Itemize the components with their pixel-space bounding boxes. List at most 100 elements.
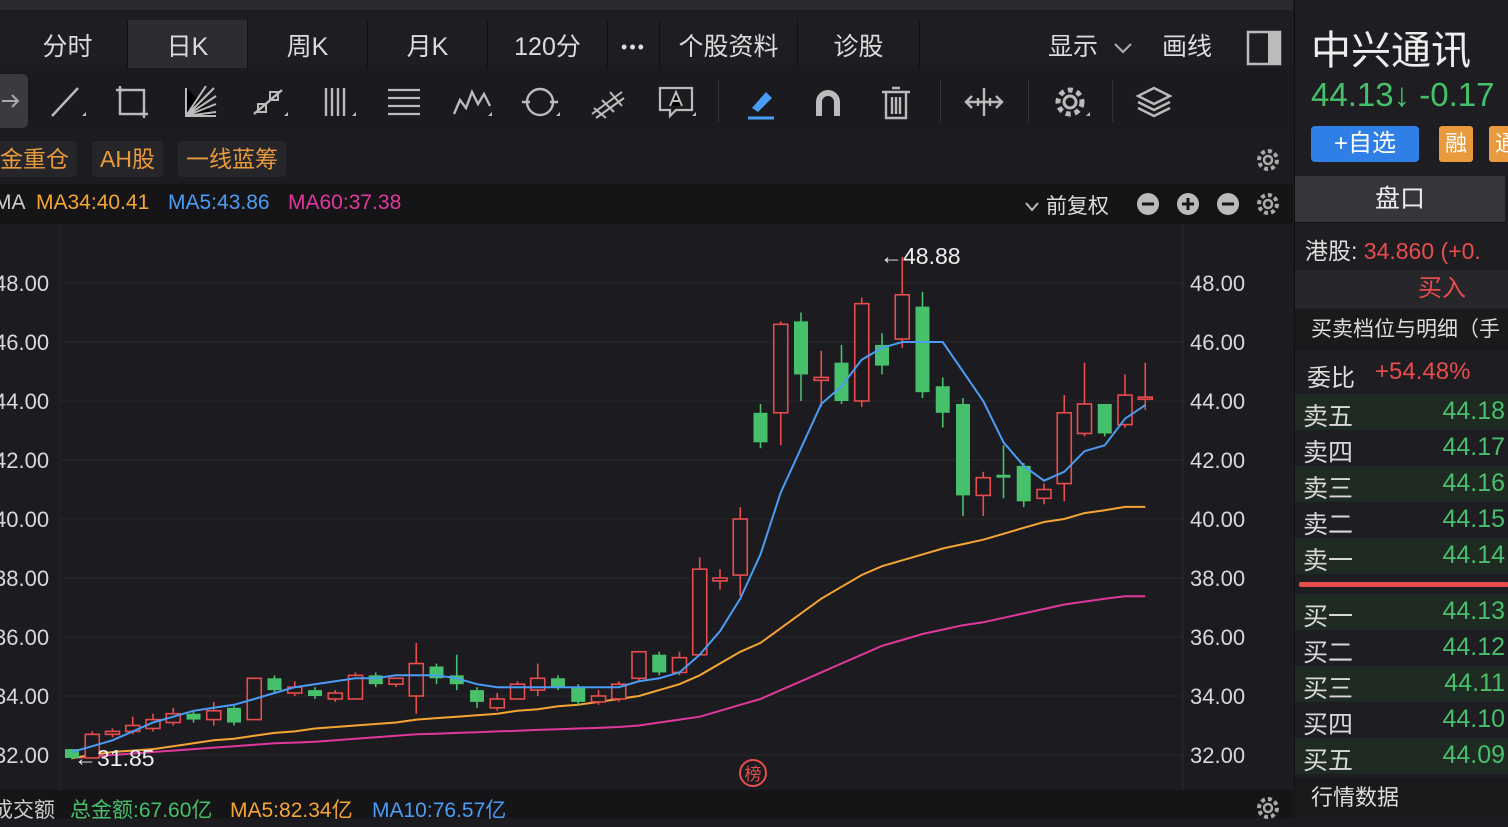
period-tab-bar: 分时 日K 周K 月K 120分 ••• 个股资料 诊股 显示 画线 [0,0,1293,74]
annotation-tool-icon[interactable] [654,80,698,124]
stock-quote: 44.13↓ -0.17 [1311,76,1494,114]
candle-body [671,656,688,674]
add-watchlist-button[interactable]: +自选 [1311,126,1419,162]
connect-badge: 通 [1489,126,1508,162]
candle-body [267,678,282,691]
tab-weekly-k[interactable]: 周K [248,20,368,74]
ask-row: 卖二 44.15 [1295,502,1508,539]
drawing-toolbar [0,68,1293,134]
candle-body [388,677,404,685]
panel-toggle-icon[interactable] [1246,30,1282,71]
ask-label: 卖三 [1303,475,1354,503]
toolbar-divider [940,80,941,122]
hk-quote[interactable]: 港股: 34.860 (+0. [1305,232,1481,266]
volume-settings-icon[interactable] [1254,794,1282,827]
bid-label: 买四 [1303,711,1354,739]
y-tick-label-left: 48.00 [0,271,49,296]
adjust-dropdown[interactable]: 前复权 [1024,190,1109,220]
text-lines-tool-icon[interactable] [382,80,426,124]
margin-badge: 融 [1439,126,1473,162]
candle-body [104,730,121,736]
bid-price: 44.11 [1444,669,1505,697]
stock-name: 中兴通讯 [1311,29,1471,73]
vertical-lines-tool-icon[interactable] [314,80,358,124]
draw-line-button[interactable]: 画线 [1162,20,1212,74]
rectangle-tool-icon[interactable] [110,80,154,124]
more-tabs-button[interactable]: ••• [608,20,660,74]
bid-label: 买一 [1303,603,1354,631]
y-tick-label-left: 40.00 [0,507,49,532]
candle-body [894,294,911,340]
candle-body [1097,403,1112,434]
gann-tool-icon[interactable] [586,80,630,124]
bid-price: 44.13 [1442,597,1505,625]
weibi-label: 委比 [1307,365,1355,392]
bid-price: 44.10 [1442,705,1505,733]
volume-legend-row: 成交额 总金额:67.60亿 MA5:82.34亿 MA10:76.57亿 [0,790,1293,822]
y-tick-label-right: 36.00 [1190,625,1245,650]
candle-body [853,302,870,402]
candle-body [712,577,728,582]
collapse-icon[interactable] [1216,192,1240,221]
candle-body [1137,396,1154,400]
y-tick-label-left: 46.00 [0,330,49,355]
ask-price: 44.15 [1442,505,1505,533]
ask-price: 44.17 [1442,433,1505,461]
candle-body [834,362,849,401]
cursor-arrow-icon[interactable] [0,74,28,128]
tab-pankou[interactable]: 盘口 [1295,176,1505,223]
tab-intraday[interactable]: 分时 [8,20,128,74]
candle-body [327,692,344,700]
fan-tool-icon[interactable] [178,80,222,124]
resize-horizontal-icon[interactable] [962,80,1006,124]
tab-monthly-k[interactable]: 月K [368,20,488,74]
tab-120min[interactable]: 120分 [488,20,608,74]
y-tick-label-left: 36.00 [0,625,49,650]
ma-settings-icon[interactable] [1254,190,1282,223]
ask-label: 卖二 [1303,511,1354,539]
candle-body [975,476,992,497]
ranking-badge-label: 榜 [745,765,762,785]
zoom-out-icon[interactable] [1136,192,1160,221]
ma60-value: MA60:37.38 [288,191,402,214]
ma-legend-row: MA MA34:40.41 MA5:43.86 MA60:37.38 前复权 [0,184,1293,224]
line-tool-icon[interactable] [44,80,88,124]
kline-chart[interactable]: 48.00 48.00 46.00 46.00 44.00 44.00 42.00 42.00… [0,224,1293,790]
tag-fund-heavy[interactable]: 金重仓 [0,141,77,177]
bid-row: 买四 44.10 [1295,702,1508,739]
zoom-in-icon[interactable] [1176,192,1200,221]
tab-daily-k[interactable]: 日K [128,20,248,74]
ask-row: 卖五 44.18 [1295,394,1508,431]
tab-diagnosis[interactable]: 诊股 [798,20,920,74]
ask-price: 44.14 [1442,541,1505,569]
candle-body [915,306,930,393]
y-tick-label-left: 32.00 [0,743,49,768]
candle-body [489,698,506,709]
candle-body [205,709,222,721]
candle-body [691,568,708,656]
candle-body [408,662,425,697]
buy-button[interactable]: 买入 [1295,270,1508,308]
bid-label: 买五 [1303,747,1354,775]
tab-stock-profile[interactable]: 个股资料 [660,20,798,74]
highlighter-icon[interactable] [738,80,782,124]
down-arrow-icon: ↓ [1393,76,1411,113]
magnet-icon[interactable] [806,80,850,124]
candle-body [470,690,484,702]
tags-settings-icon[interactable] [1254,146,1282,179]
cycle-tool-icon[interactable] [518,80,562,124]
bid-row: 买二 44.12 [1295,630,1508,667]
chevron-down-icon [1113,20,1133,74]
candle-body [590,695,607,703]
trash-icon[interactable] [874,80,918,124]
bid-row: 买三 44.11 [1295,666,1508,703]
tag-ah-share[interactable]: AH股 [92,141,163,177]
display-dropdown[interactable]: 显示 [1048,20,1133,74]
ma60-line [71,595,1146,759]
wave-tool-icon[interactable] [450,80,494,124]
bid-row: 买五 44.09 [1295,738,1508,775]
tag-blue-chip[interactable]: 一线蓝筹 [178,141,286,177]
layers-icon[interactable] [1132,80,1176,124]
segment-tool-icon[interactable] [246,80,290,124]
settings-gear-icon[interactable] [1048,80,1092,124]
